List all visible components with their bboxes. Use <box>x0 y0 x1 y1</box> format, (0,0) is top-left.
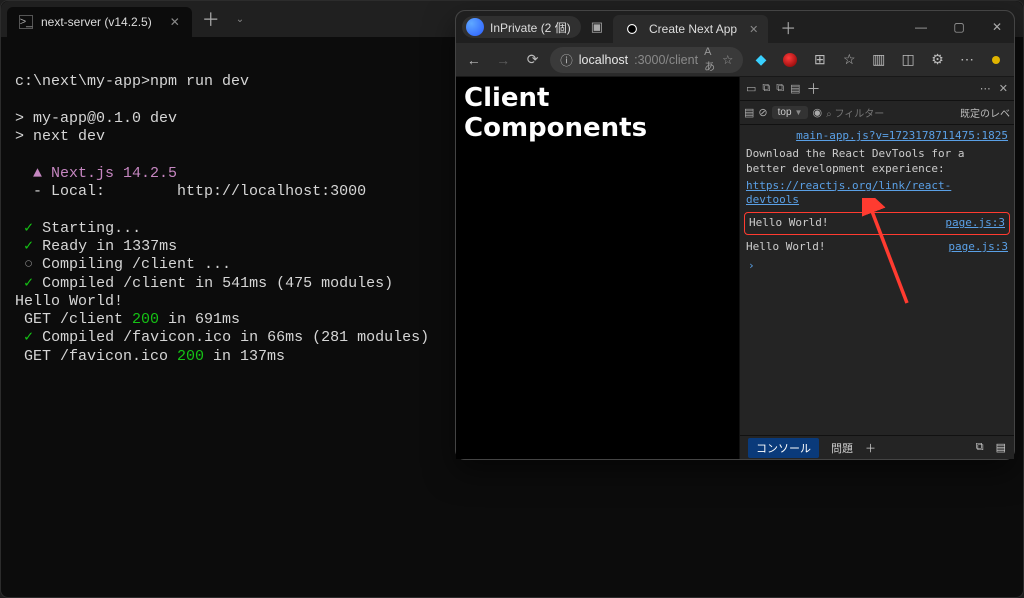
drawer-tab-issues[interactable]: 問題 <box>831 440 853 456</box>
inprivate-badge[interactable]: InPrivate (2 個) <box>462 16 581 38</box>
copilot-icon[interactable] <box>985 47 1008 73</box>
nextjs-favicon-icon <box>627 24 637 34</box>
console-source-link[interactable]: page.js:3 <box>948 240 1008 255</box>
collections-icon[interactable]: ▥ <box>867 47 890 73</box>
log-level-selector[interactable]: 既定のレベ <box>960 105 1010 120</box>
inprivate-label: InPrivate (2 個) <box>490 19 571 36</box>
close-button[interactable]: ✕ <box>980 20 1014 34</box>
close-icon[interactable]: ✕ <box>170 15 180 29</box>
browser-toolbar: ← → ⟳ ⓘ localhost :3000/client Aあ ☆ ◆ ⊞ ☆… <box>456 43 1014 77</box>
devtools-close-button[interactable]: ✕ <box>999 82 1008 95</box>
refresh-button[interactable]: ⟳ <box>521 47 544 73</box>
browser-tabstrip: InPrivate (2 個) ▣ Create Next App ✕ ＋ — … <box>456 11 1014 43</box>
console-source-link[interactable]: main-app.js?v=1723178711475:1825 <box>742 129 1012 146</box>
console-link[interactable]: https://reactjs.org/link/react-devtools <box>746 179 951 209</box>
sidebar-toggle-icon[interactable]: ▤ <box>744 106 754 119</box>
clear-console-icon[interactable]: ⊘ <box>758 106 767 119</box>
console-log-text: Hello World! <box>749 216 828 231</box>
address-bar[interactable]: ⓘ localhost :3000/client Aあ ☆ <box>550 47 743 73</box>
drawer-tab-console[interactable]: コンソール <box>748 438 819 458</box>
new-tab-button[interactable]: ＋ <box>192 6 230 32</box>
close-icon[interactable]: ✕ <box>749 23 758 36</box>
settings-icon[interactable]: ⚙ <box>926 47 949 73</box>
browser-window: InPrivate (2 個) ▣ Create Next App ✕ ＋ — … <box>455 10 1015 460</box>
devtools-more-button[interactable]: ⋯ <box>980 82 993 95</box>
split-screen-icon[interactable]: ◫ <box>896 47 919 73</box>
drawer-dock-icon[interactable]: ⧉ <box>976 441 984 454</box>
favorites-icon[interactable]: ☆ <box>838 47 861 73</box>
inspect-icon[interactable]: ▭ <box>746 82 756 95</box>
favorite-icon[interactable]: ☆ <box>722 52 733 67</box>
devtools-main-toolbar: ▭ ⧉ ⧉ ▤ ＋ ⋯ ✕ <box>740 77 1014 101</box>
maximize-button[interactable]: ▢ <box>942 20 976 34</box>
drawer-add-button[interactable]: ＋ <box>865 440 876 456</box>
context-selector[interactable]: top▼ <box>772 106 809 119</box>
console-prompt[interactable]: › <box>742 257 1012 276</box>
extension-adblock-icon[interactable] <box>779 47 802 73</box>
tab-console-icon[interactable]: ▤ <box>790 82 800 95</box>
new-tab-button[interactable]: ＋ <box>772 15 804 39</box>
console-log-row[interactable]: Hello World! page.js:3 <box>742 238 1012 257</box>
browser-tab[interactable]: Create Next App ✕ <box>613 15 768 43</box>
console-toolbar: ▤ ⊘ top▼ ◉ ⌕ フィルター 既定のレベ <box>740 101 1014 125</box>
devtools-panel: ▭ ⧉ ⧉ ▤ ＋ ⋯ ✕ ▤ ⊘ top▼ ◉ ⌕ フィルター <box>739 77 1014 459</box>
live-expression-icon[interactable]: ◉ <box>812 106 822 119</box>
page-heading: Client Components <box>464 83 731 143</box>
extensions-icon[interactable]: ⊞ <box>808 47 831 73</box>
rendered-page: Client Components <box>456 77 739 459</box>
address-host: localhost <box>579 53 628 67</box>
forward-button[interactable]: → <box>491 47 514 73</box>
extension-gem-icon[interactable]: ◆ <box>749 47 772 73</box>
console-log-highlighted[interactable]: Hello World! page.js:3 <box>744 212 1010 235</box>
browser-tab-title: Create Next App <box>649 22 737 36</box>
devtools-drawer-tabs: コンソール 問題 ＋ ⧉ ▤ <box>740 435 1014 459</box>
inprivate-avatar-icon <box>466 18 484 36</box>
translate-icon[interactable]: Aあ <box>704 46 716 74</box>
console-filter-input[interactable]: ⌕ フィルター <box>826 105 884 120</box>
site-info-icon[interactable]: ⓘ <box>560 50 573 69</box>
more-menu-button[interactable]: ⋯ <box>955 47 978 73</box>
back-button[interactable]: ← <box>462 47 485 73</box>
workspaces-icon[interactable]: ▣ <box>585 19 609 35</box>
minimize-button[interactable]: — <box>904 20 938 34</box>
console-message: Download the React DevTools for a better… <box>742 146 1012 178</box>
terminal-tab-title: next-server (v14.2.5) <box>41 15 152 29</box>
terminal-shell-icon: >_ <box>19 15 33 29</box>
console-source-link[interactable]: page.js:3 <box>945 216 1005 231</box>
browser-content: Client Components ▭ ⧉ ⧉ ▤ ＋ ⋯ ✕ ▤ ⊘ <box>456 77 1014 459</box>
console-output: main-app.js?v=1723178711475:1825 Downloa… <box>740 125 1014 435</box>
console-log-text: Hello World! <box>746 240 825 255</box>
drawer-close-icon[interactable]: ▤ <box>996 441 1006 454</box>
device-toggle-icon[interactable]: ⧉ <box>762 82 770 95</box>
address-path: :3000/client <box>634 53 698 67</box>
tab-menu-chevron-icon[interactable]: ⌄ <box>230 14 250 25</box>
terminal-tab[interactable]: >_ next-server (v14.2.5) ✕ <box>7 7 192 37</box>
add-tab-button[interactable]: ＋ <box>807 79 821 99</box>
tab-elements-icon[interactable]: ⧉ <box>776 82 784 95</box>
